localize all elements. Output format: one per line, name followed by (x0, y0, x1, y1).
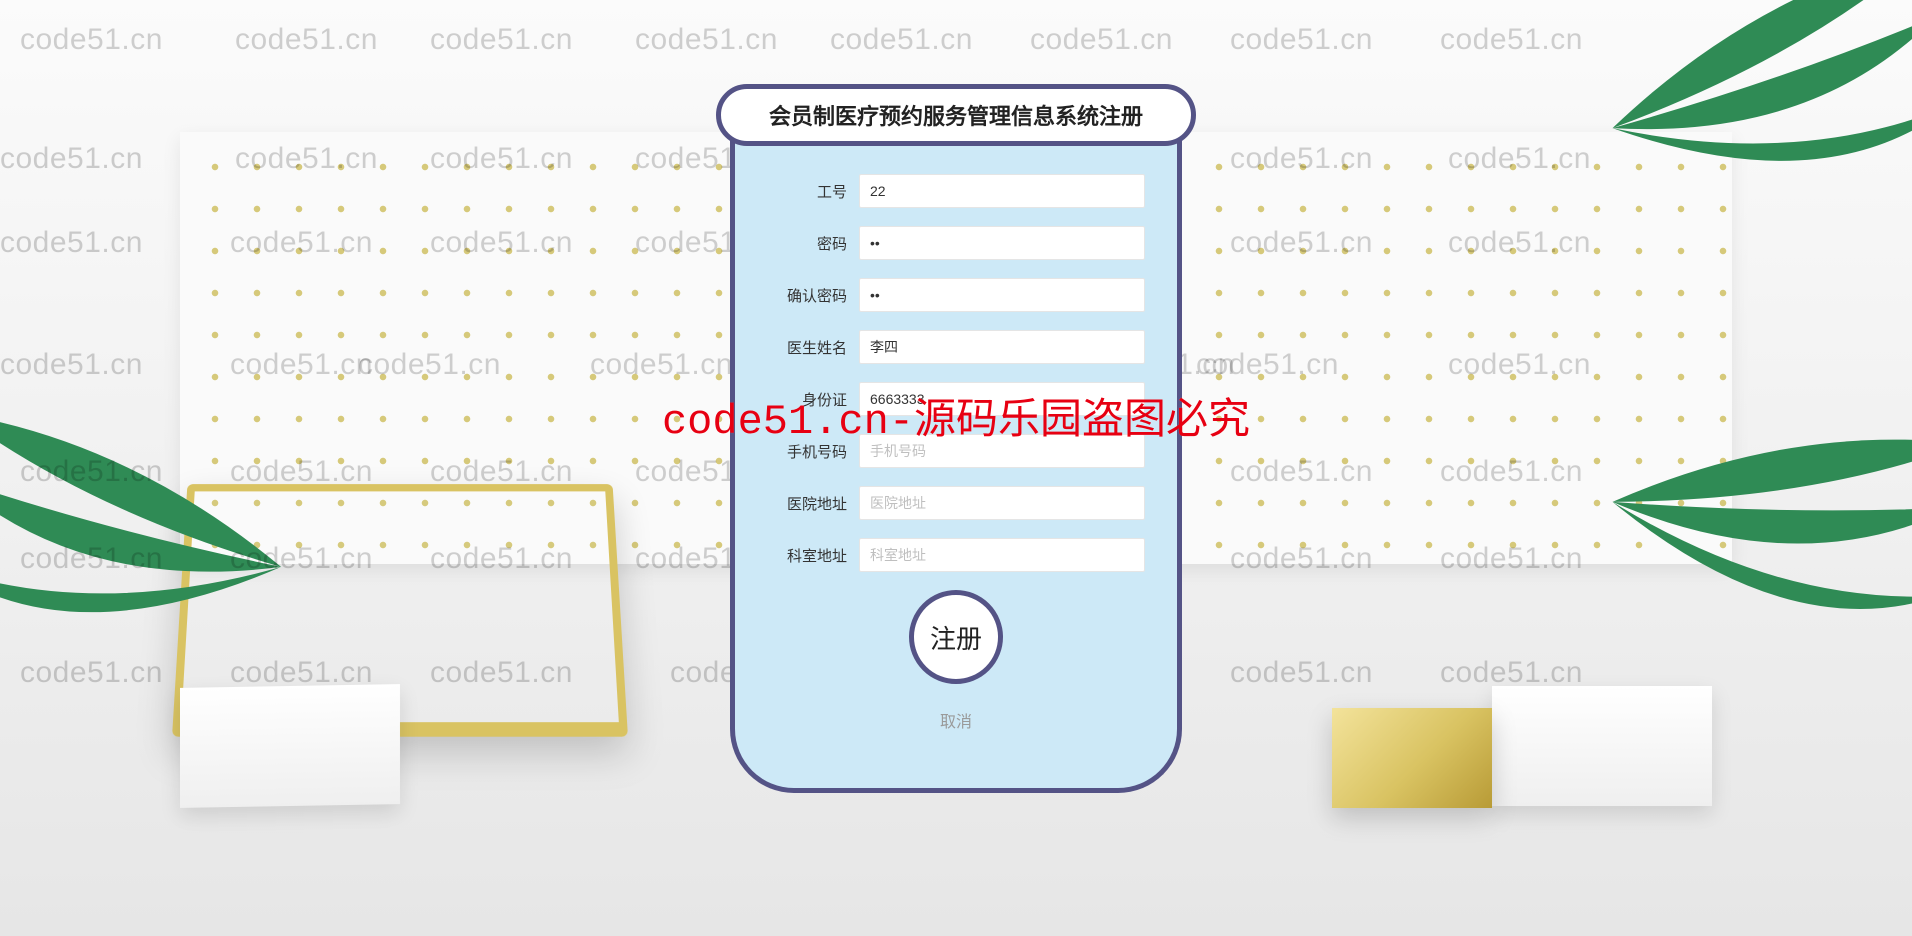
register-button[interactable]: 注册 (909, 590, 1003, 684)
label-doctor-name: 医生姓名 (767, 337, 847, 358)
row-worker-id: 工号 (767, 174, 1145, 208)
white-block-right (1492, 686, 1712, 806)
row-id-card: 身份证 (767, 382, 1145, 416)
row-hospital-address: 医院地址 (767, 486, 1145, 520)
label-id-card: 身份证 (767, 389, 847, 410)
row-doctor-name: 医生姓名 (767, 330, 1145, 364)
input-worker-id[interactable] (859, 174, 1145, 208)
input-id-card[interactable] (859, 382, 1145, 416)
label-confirm-password: 确认密码 (767, 285, 847, 306)
input-phone[interactable] (859, 434, 1145, 468)
input-doctor-name[interactable] (859, 330, 1145, 364)
register-body: 工号 密码 确认密码 医生姓名 身份证 手机号码 医院地址 科室 (730, 120, 1182, 793)
white-block-left (180, 684, 400, 808)
label-hospital-address: 医院地址 (767, 493, 847, 514)
cancel-button[interactable]: 取消 (940, 708, 972, 732)
input-confirm-password[interactable] (859, 278, 1145, 312)
row-department-address: 科室地址 (767, 538, 1145, 572)
register-panel: 会员制医疗预约服务管理信息系统注册 工号 密码 确认密码 医生姓名 身份证 手机… (716, 84, 1196, 793)
label-phone: 手机号码 (767, 441, 847, 462)
input-department-address[interactable] (859, 538, 1145, 572)
register-actions: 注册 取消 (767, 590, 1145, 732)
label-department-address: 科室地址 (767, 545, 847, 566)
register-title: 会员制医疗预约服务管理信息系统注册 (716, 84, 1196, 146)
label-password: 密码 (767, 233, 847, 254)
row-confirm-password: 确认密码 (767, 278, 1145, 312)
input-hospital-address[interactable] (859, 486, 1145, 520)
input-password[interactable] (859, 226, 1145, 260)
row-password: 密码 (767, 226, 1145, 260)
row-phone: 手机号码 (767, 434, 1145, 468)
pegboard-right (1142, 132, 1732, 564)
gold-box (1332, 708, 1492, 808)
label-worker-id: 工号 (767, 181, 847, 202)
